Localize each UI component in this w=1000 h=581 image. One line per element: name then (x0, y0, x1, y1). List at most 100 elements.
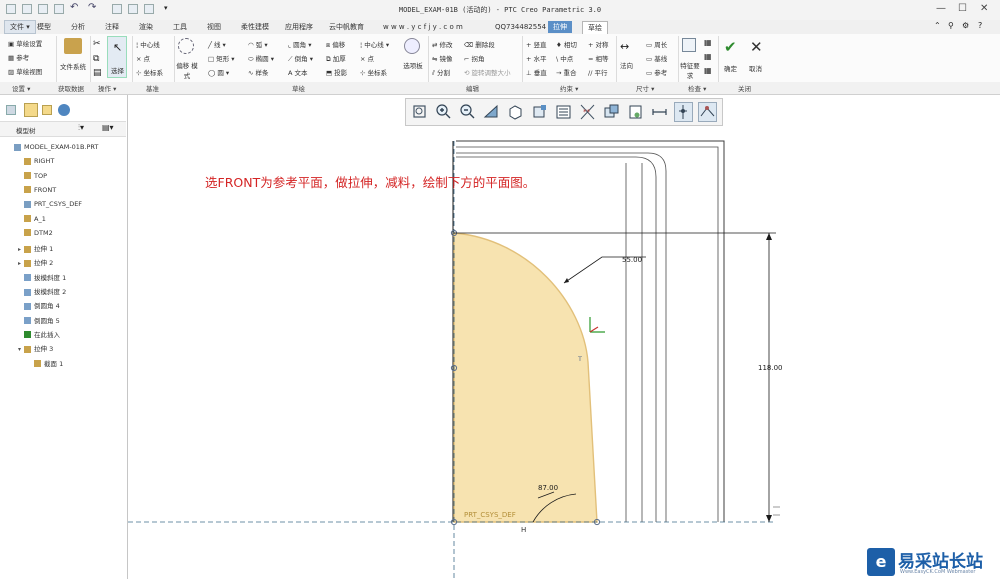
text-button[interactable]: A 文本 (288, 67, 308, 77)
feature-requirements-icon[interactable] (682, 38, 696, 52)
delete-segment-button[interactable]: ⌫ 删除段 (464, 39, 495, 49)
tab-4[interactable]: 工具 (168, 21, 192, 33)
parallel-constraint-button[interactable]: // 平行 (588, 67, 607, 77)
cancel-x-icon[interactable]: ✕ (750, 38, 763, 56)
tree-item[interactable]: 倒圆角 5 (18, 315, 60, 325)
circle-button[interactable]: ◯ 圆 ▾ (208, 67, 229, 77)
normal-dimension-icon[interactable]: ↔ (620, 40, 629, 53)
tab-3[interactable]: 渲染 (134, 21, 158, 33)
midpoint-constraint-button[interactable]: \ 中点 (556, 53, 573, 63)
tree-item[interactable]: 倒圆角 4 (18, 300, 60, 310)
tree-item[interactable]: ▾ 拉伸 3 (18, 343, 53, 353)
rotate-resize-button[interactable]: ⟲ 旋转调整大小 (464, 67, 511, 77)
tab-1[interactable]: 分析 (66, 21, 90, 33)
horizontal-constraint-mark[interactable]: H (521, 526, 526, 534)
zoom-out-icon[interactable] (458, 102, 477, 122)
tree-item[interactable]: ▸ 拉伸 1 (18, 243, 53, 253)
tree-item[interactable]: DTM2 (18, 229, 53, 237)
tree-filter-icon[interactable]: ⫶▾ (78, 123, 84, 133)
ok-check-icon[interactable]: ✔ (724, 38, 737, 56)
offset-button[interactable]: ⧈ 偏移 (326, 39, 345, 50)
tab-6[interactable]: 柔性建模 (236, 21, 274, 33)
repaint-icon[interactable] (482, 102, 501, 122)
info-icon[interactable]: ? (978, 21, 982, 30)
point-base-button[interactable]: × 点 (136, 53, 150, 63)
tree-item[interactable]: 拔模斜度 1 (18, 272, 66, 282)
csys-base-button[interactable]: ⊹ 坐标系 (136, 67, 163, 77)
search-icon[interactable]: ⚲ (948, 21, 954, 30)
paste-icon[interactable]: ▤ (93, 68, 102, 78)
spline-button[interactable]: ∿ 样条 (248, 67, 269, 77)
tree-item[interactable]: 截面 1 (28, 358, 63, 368)
vertex-display-icon[interactable] (698, 102, 717, 122)
tree-item[interactable]: A_1 (18, 215, 46, 223)
minimize-icon[interactable]: — (936, 3, 946, 14)
chamfer-button[interactable]: ⟋ 倒角 ▾ (288, 53, 313, 64)
overlap-icon[interactable]: ▦ (704, 38, 712, 47)
tab-0[interactable]: 模型 (32, 21, 56, 33)
coincident-constraint-button[interactable]: → 重合 (556, 67, 577, 77)
dimension-display-icon[interactable] (650, 102, 669, 122)
centerline-base-button[interactable]: ¦ 中心线 (136, 39, 160, 49)
thicken-button[interactable]: ⧉ 加厚 (326, 53, 346, 64)
perpendicular-constraint-button[interactable]: ⊥ 垂直 (526, 67, 547, 77)
group-dimension[interactable]: 尺寸 ▾ (636, 83, 654, 93)
symmetric-constraint-button[interactable]: + 对称 (588, 39, 609, 49)
spin-center-icon[interactable] (602, 102, 621, 122)
divide-button[interactable]: ⫽ 分割 (432, 67, 450, 78)
constraint-display-icon[interactable] (674, 102, 693, 122)
horizontal-constraint-button[interactable]: + 水平 (526, 53, 547, 63)
tree-item[interactable]: RIGHT (18, 157, 54, 165)
fillet-button[interactable]: ⌞ 圆角 ▾ (288, 39, 311, 49)
vertical-constraint-button[interactable]: + 竖直 (526, 39, 547, 49)
folder-browser-icon[interactable] (24, 103, 38, 117)
tree-item[interactable]: ▸ 拉伸 2 (18, 257, 53, 267)
centerline-datum-button[interactable]: ¦ 中心线 ▾ (360, 39, 389, 49)
refit-icon[interactable] (410, 102, 429, 122)
group-constraints[interactable]: 约束 ▾ (560, 83, 578, 93)
angle-dimension[interactable]: 87.00 (538, 484, 558, 492)
tab-2[interactable]: 注释 (100, 21, 124, 33)
group-inspect[interactable]: 检查 ▾ (688, 83, 706, 93)
saved-orientations-icon[interactable] (530, 102, 549, 122)
graphics-canvas[interactable]: 55.00 118.00 87.00 PRT_CSYS_DEF T H (128, 127, 1000, 579)
tab-9[interactable]: w w w . y c f j y . c o m (378, 21, 468, 33)
model-tree-tab-icon[interactable] (6, 105, 16, 115)
csys-datum-button[interactable]: ⊹ 坐标系 (360, 67, 387, 77)
palette-icon[interactable] (404, 38, 420, 54)
tree-item[interactable]: TOP (18, 172, 47, 180)
line-button[interactable]: ╱ 线 ▾ (208, 39, 226, 49)
arc-button[interactable]: ◠ 弧 ▾ (248, 39, 268, 49)
settings-icon[interactable]: ⚙ (962, 21, 969, 30)
tree-item[interactable]: 在此插入 (18, 329, 60, 339)
annotation-display-icon[interactable] (626, 102, 645, 122)
references-button[interactable]: ▦ 参考 (8, 52, 29, 62)
cut-icon[interactable]: ✂ (93, 39, 101, 49)
group-setup[interactable]: 设置 ▾ (12, 83, 30, 93)
copy-icon[interactable]: ⧉ (93, 54, 99, 64)
baseline-button[interactable]: ▭ 基线 (646, 53, 667, 63)
project-button[interactable]: ⬒ 投影 (326, 67, 347, 77)
corner-button[interactable]: ⌐ 拐角 (464, 53, 485, 63)
radius-dimension[interactable]: 55.00 (622, 256, 642, 264)
sketch-region[interactable] (453, 232, 598, 523)
close-icon[interactable]: ✕ (980, 3, 988, 14)
view-manager-icon[interactable] (554, 102, 573, 122)
tab-5[interactable]: 视图 (202, 21, 226, 33)
mirror-button[interactable]: ⇋ 镜像 (432, 53, 453, 63)
help-icon[interactable]: ⌃ (934, 21, 941, 30)
select-button[interactable]: ↖ 选择 (107, 36, 127, 78)
ellipse-button[interactable]: ⬭ 椭圆 ▾ (248, 53, 274, 64)
tree-item[interactable]: FRONT (18, 186, 56, 194)
tree-item[interactable]: MODEL_EXAM-01B.PRT (8, 143, 98, 151)
rectangle-button[interactable]: □ 矩形 ▾ (208, 53, 235, 63)
tab-7[interactable]: 应用程序 (280, 21, 318, 33)
shade-closed-icon[interactable]: ▦ (704, 66, 712, 75)
datum-display-icon[interactable]: ** (578, 102, 597, 122)
tab-10[interactable]: QQ734482554 (490, 21, 551, 33)
point-datum-button[interactable]: × 点 (360, 53, 374, 63)
display-style-icon[interactable] (506, 102, 525, 122)
tree-settings-icon[interactable]: ▤▾ (102, 123, 114, 132)
tangent-constraint-button[interactable]: ♦ 相切 (556, 39, 577, 49)
perimeter-button[interactable]: ▭ 周长 (646, 39, 667, 49)
